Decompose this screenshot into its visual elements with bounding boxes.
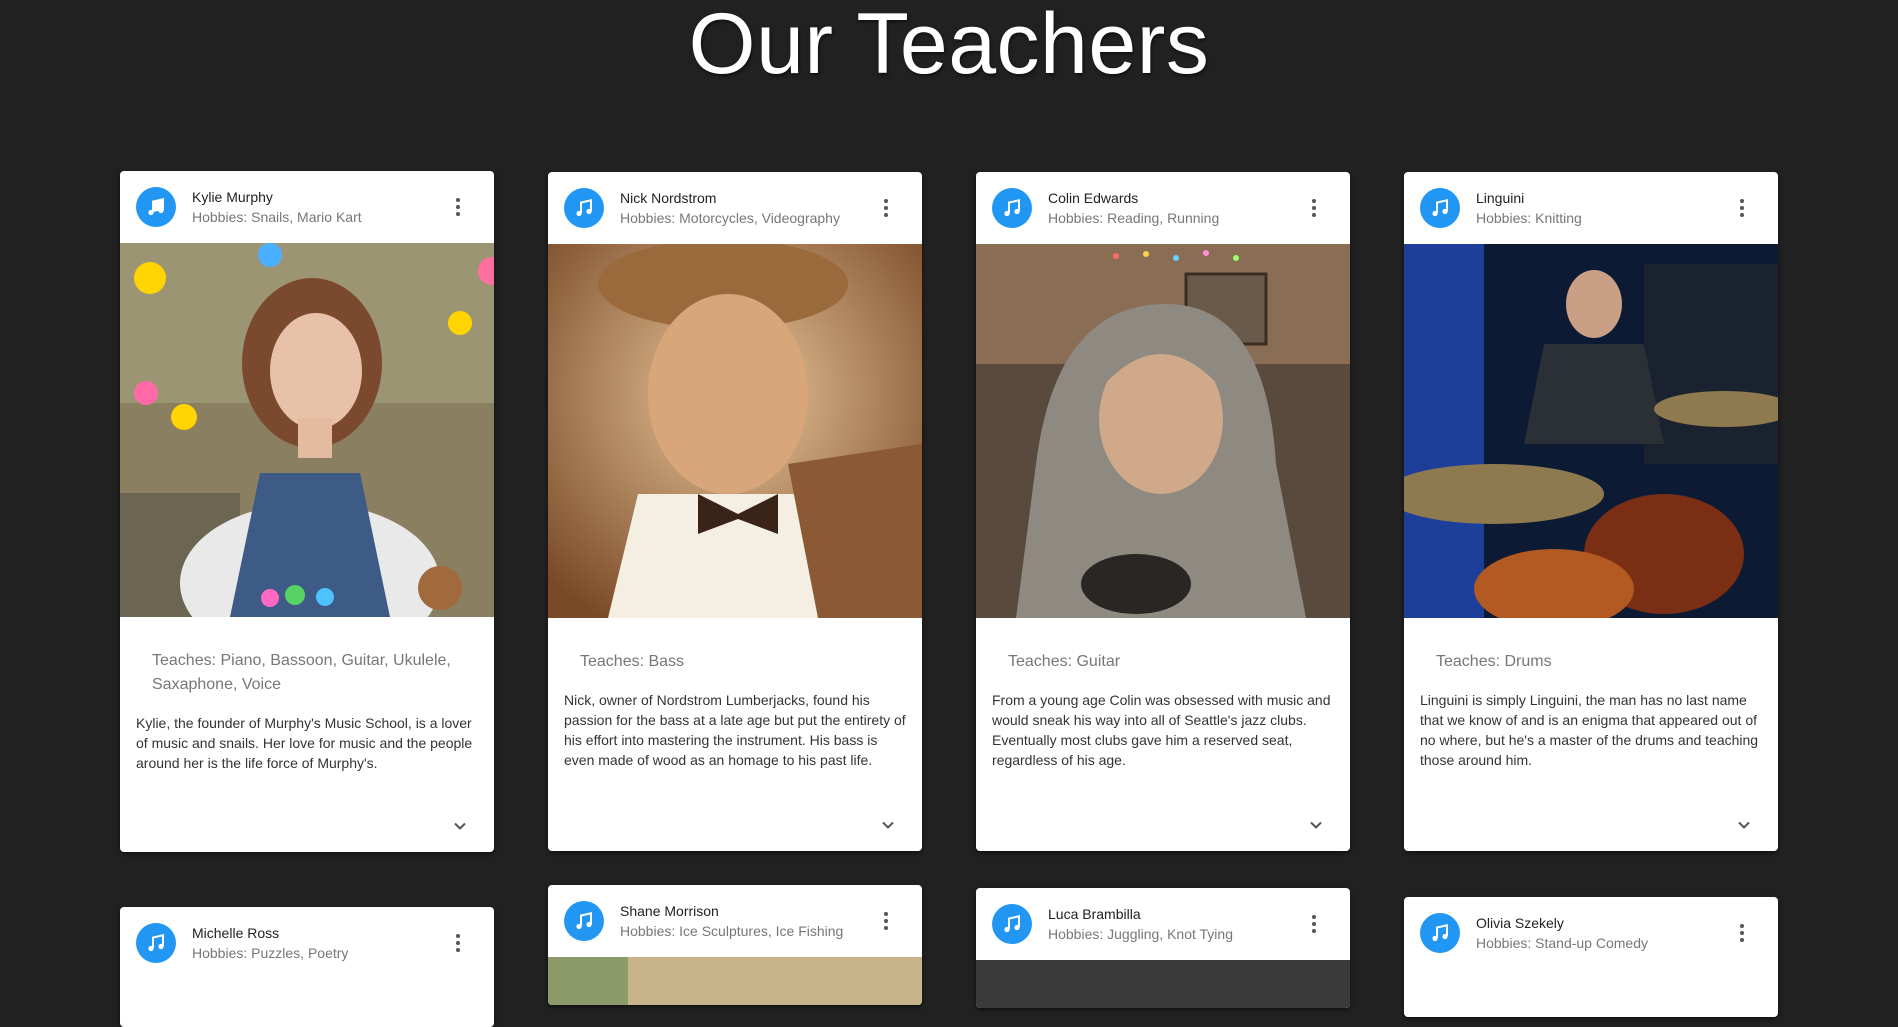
card-header: Nick Nordstrom Hobbies: Motorcycles, Vid…: [548, 172, 922, 244]
music-note-icon: [148, 934, 164, 952]
more-options-button[interactable]: [1302, 194, 1326, 222]
teacher-photo: [548, 957, 922, 1005]
more-options-button[interactable]: [874, 194, 898, 222]
teacher-hobbies: Hobbies: Motorcycles, Videography: [620, 210, 840, 226]
avatar: [564, 901, 604, 941]
avatar: [992, 904, 1032, 944]
teacher-photo: [976, 244, 1350, 618]
teacher-hobbies: Hobbies: Juggling, Knot Tying: [1048, 926, 1233, 942]
teacher-name: Kylie Murphy: [192, 189, 273, 205]
avatar: [1420, 188, 1460, 228]
teacher-card-luca-brambilla: Luca Brambilla Hobbies: Juggling, Knot T…: [976, 888, 1350, 1008]
teacher-photo: [120, 243, 494, 617]
teacher-subjects: Teaches: Bass: [580, 653, 685, 670]
teacher-name: Olivia Szekely: [1476, 915, 1564, 931]
teacher-card-olivia-szekely: Olivia Szekely Hobbies: Stand-up Comedy: [1404, 897, 1778, 1017]
teacher-subjects: Teaches: Guitar: [1008, 653, 1121, 670]
teacher-card-nick-nordstrom: Nick Nordstrom Hobbies: Motorcycles, Vid…: [548, 172, 922, 851]
expand-button[interactable]: [446, 812, 474, 840]
teacher-card-kylie-murphy: Kylie Murphy Hobbies: Snails, Mario Kart…: [120, 171, 494, 852]
card-header: Linguini Hobbies: Knitting: [1404, 172, 1778, 244]
teacher-photo: [976, 960, 1350, 1008]
avatar: [136, 187, 176, 227]
music-note-icon: [576, 912, 592, 930]
expand-button[interactable]: [1730, 811, 1758, 839]
teacher-card-colin-edwards: Colin Edwards Hobbies: Reading, Running …: [976, 172, 1350, 851]
card-header: Kylie Murphy Hobbies: Snails, Mario Kart: [120, 171, 494, 243]
teacher-photo: [548, 244, 922, 618]
more-options-button[interactable]: [446, 193, 470, 221]
chevron-down-icon: [1738, 821, 1750, 829]
chevron-down-icon: [882, 821, 894, 829]
teacher-bio: Nick, owner of Nordstrom Lumberjacks, fo…: [564, 692, 906, 768]
more-options-button[interactable]: [1730, 194, 1754, 222]
teacher-subjects: Teaches: Piano, Bassoon, Guitar, Ukulele…: [152, 652, 451, 693]
teacher-card-michelle-ross: Michelle Ross Hobbies: Puzzles, Poetry: [120, 907, 494, 1027]
card-actions: [1404, 799, 1778, 851]
avatar: [992, 188, 1032, 228]
teacher-hobbies: Hobbies: Ice Sculptures, Ice Fishing: [620, 923, 844, 939]
teacher-subjects: Teaches: Drums: [1436, 653, 1552, 670]
teacher-hobbies: Hobbies: Puzzles, Poetry: [192, 945, 349, 961]
teacher-photo: [1404, 244, 1778, 618]
card-actions: [120, 800, 494, 852]
teacher-bio: From a young age Colin was obsessed with…: [992, 692, 1331, 768]
page-title: Our Teachers: [688, 0, 1210, 92]
card-header: Colin Edwards Hobbies: Reading, Running: [976, 172, 1350, 244]
avatar: [1420, 913, 1460, 953]
teacher-card-shane-morrison: Shane Morrison Hobbies: Ice Sculptures, …: [548, 885, 922, 1005]
more-options-button[interactable]: [1302, 910, 1326, 938]
teacher-hobbies: Hobbies: Reading, Running: [1048, 210, 1220, 226]
teacher-name: Nick Nordstrom: [620, 190, 717, 206]
card-header: Shane Morrison Hobbies: Ice Sculptures, …: [548, 885, 922, 957]
teacher-name: Colin Edwards: [1048, 190, 1139, 206]
card-header: Michelle Ross Hobbies: Puzzles, Poetry: [120, 907, 494, 979]
music-note-icon: [1004, 199, 1020, 217]
teacher-name: Michelle Ross: [192, 925, 280, 941]
card-actions: [548, 799, 922, 851]
music-note-icon: [1432, 199, 1448, 217]
teacher-hobbies: Hobbies: Stand-up Comedy: [1476, 935, 1648, 951]
teacher-name: Linguini: [1476, 190, 1525, 206]
chevron-down-icon: [454, 822, 466, 830]
more-options-button[interactable]: [446, 929, 470, 957]
card-header: Luca Brambilla Hobbies: Juggling, Knot T…: [976, 888, 1350, 960]
teacher-bio: Linguini is simply Linguini, the man has…: [1420, 692, 1759, 768]
music-note-icon: [148, 198, 164, 216]
music-note-icon: [576, 199, 592, 217]
more-options-button[interactable]: [874, 907, 898, 935]
teacher-hobbies: Hobbies: Snails, Mario Kart: [192, 209, 362, 225]
music-note-icon: [1004, 915, 1020, 933]
avatar: [136, 923, 176, 963]
music-note-icon: [1432, 924, 1448, 942]
card-actions: [976, 799, 1350, 851]
teacher-name: Shane Morrison: [620, 903, 719, 919]
teacher-name: Luca Brambilla: [1048, 906, 1141, 922]
teacher-card-linguini: Linguini Hobbies: Knitting Teaches: Drum…: [1404, 172, 1778, 851]
teacher-bio: Kylie, the founder of Murphy's Music Sch…: [136, 715, 473, 771]
more-options-button[interactable]: [1730, 919, 1754, 947]
expand-button[interactable]: [1302, 811, 1330, 839]
expand-button[interactable]: [874, 811, 902, 839]
avatar: [564, 188, 604, 228]
chevron-down-icon: [1310, 821, 1322, 829]
teacher-hobbies: Hobbies: Knitting: [1476, 210, 1582, 226]
card-header: Olivia Szekely Hobbies: Stand-up Comedy: [1404, 897, 1778, 969]
